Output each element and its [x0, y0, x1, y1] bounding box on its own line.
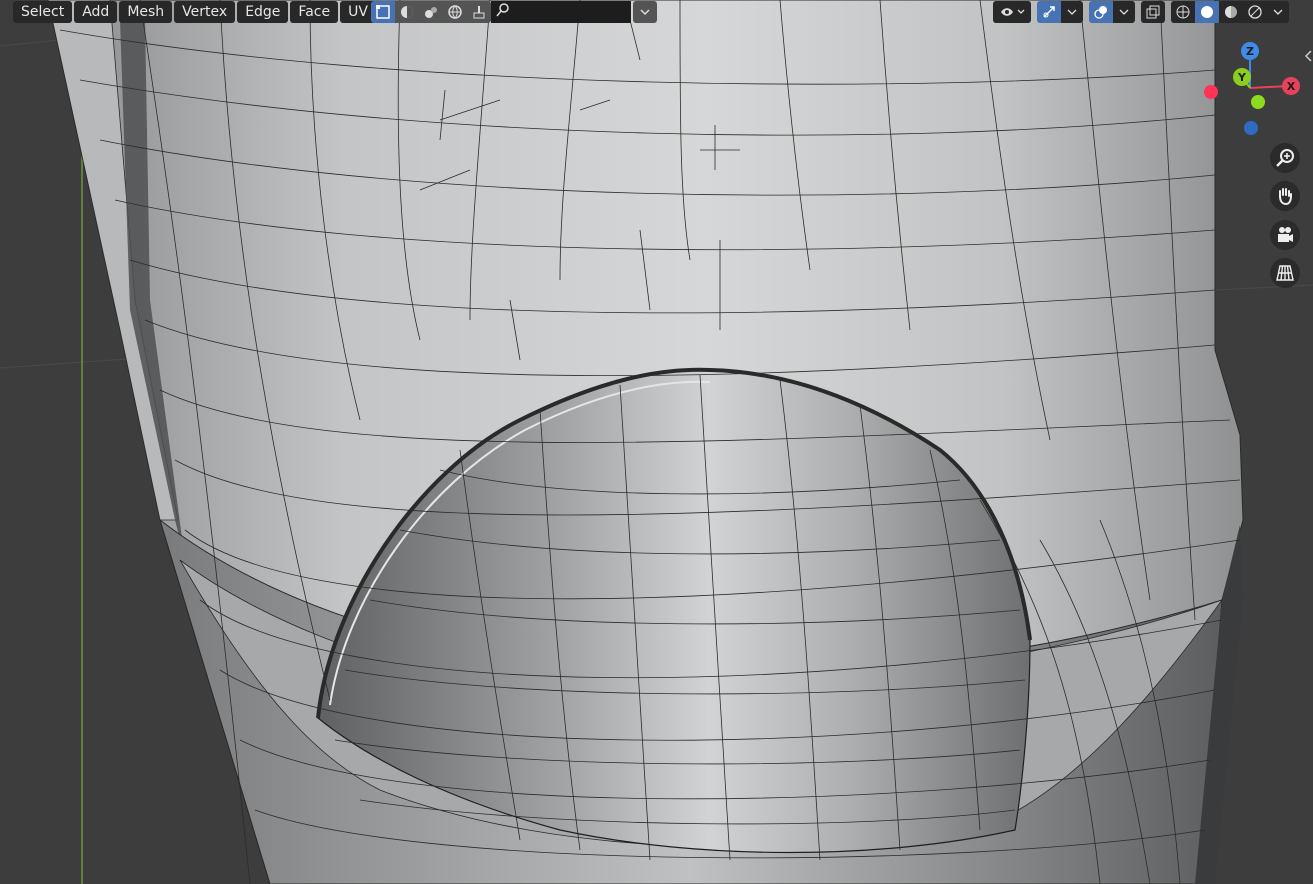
vertex-select-icon[interactable]	[371, 1, 395, 23]
toggle-xray-icon[interactable]	[1141, 1, 1165, 23]
zoom-icon[interactable]	[1270, 143, 1300, 173]
material-shading-icon[interactable]	[1219, 1, 1243, 23]
search-field[interactable]	[491, 1, 631, 23]
global-icon[interactable]	[443, 1, 467, 23]
select-menu[interactable]: Select	[13, 1, 73, 23]
add-menu[interactable]: Add	[74, 1, 118, 23]
xray-icon[interactable]	[395, 1, 419, 23]
solid-shading-icon[interactable]	[1195, 1, 1219, 23]
tool-icons-bar	[371, 0, 657, 24]
gizmo-dropdown[interactable]	[1061, 1, 1083, 23]
overlay-icon[interactable]	[1089, 1, 1113, 23]
3d-viewport[interactable]: Select Add Mesh Vertex Edge Face UV Z X …	[0, 0, 1313, 884]
edge-menu[interactable]: Edge	[237, 1, 289, 23]
shading-dropdown[interactable]	[1267, 1, 1289, 23]
mesh-render[interactable]	[0, 0, 1313, 884]
gizmo-icon[interactable]	[1037, 1, 1061, 23]
perspective-grid-icon[interactable]	[1270, 258, 1300, 288]
neg-y-axis-handle[interactable]	[1251, 95, 1265, 109]
wireframe-shading-icon[interactable]	[1171, 1, 1195, 23]
search-icon	[495, 2, 511, 22]
face-menu[interactable]: Face	[290, 1, 339, 23]
z-axis-label: Z	[1246, 45, 1254, 58]
viewport-toggles	[993, 0, 1289, 24]
shading-icon[interactable]	[419, 1, 443, 23]
overlay-dropdown[interactable]	[1113, 1, 1135, 23]
mesh-menu[interactable]: Mesh	[119, 1, 173, 23]
pan-hand-icon[interactable]	[1270, 181, 1300, 211]
search-dropdown-button[interactable]	[633, 1, 657, 23]
y-axis-label: Y	[1237, 71, 1247, 84]
visibility-icon[interactable]	[993, 1, 1031, 23]
brush-icon[interactable]	[467, 1, 491, 23]
axis-gizmo[interactable]: Z X Y	[1195, 38, 1305, 138]
header-menu-bar: Select Add Mesh Vertex Edge Face UV	[13, 0, 378, 24]
neg-x-axis-handle[interactable]	[1204, 85, 1218, 99]
vertex-menu[interactable]: Vertex	[174, 1, 236, 23]
x-axis-label: X	[1287, 80, 1296, 93]
rendered-shading-icon[interactable]	[1243, 1, 1267, 23]
neg-z-axis-handle[interactable]	[1244, 121, 1258, 135]
camera-icon[interactable]	[1270, 220, 1300, 250]
